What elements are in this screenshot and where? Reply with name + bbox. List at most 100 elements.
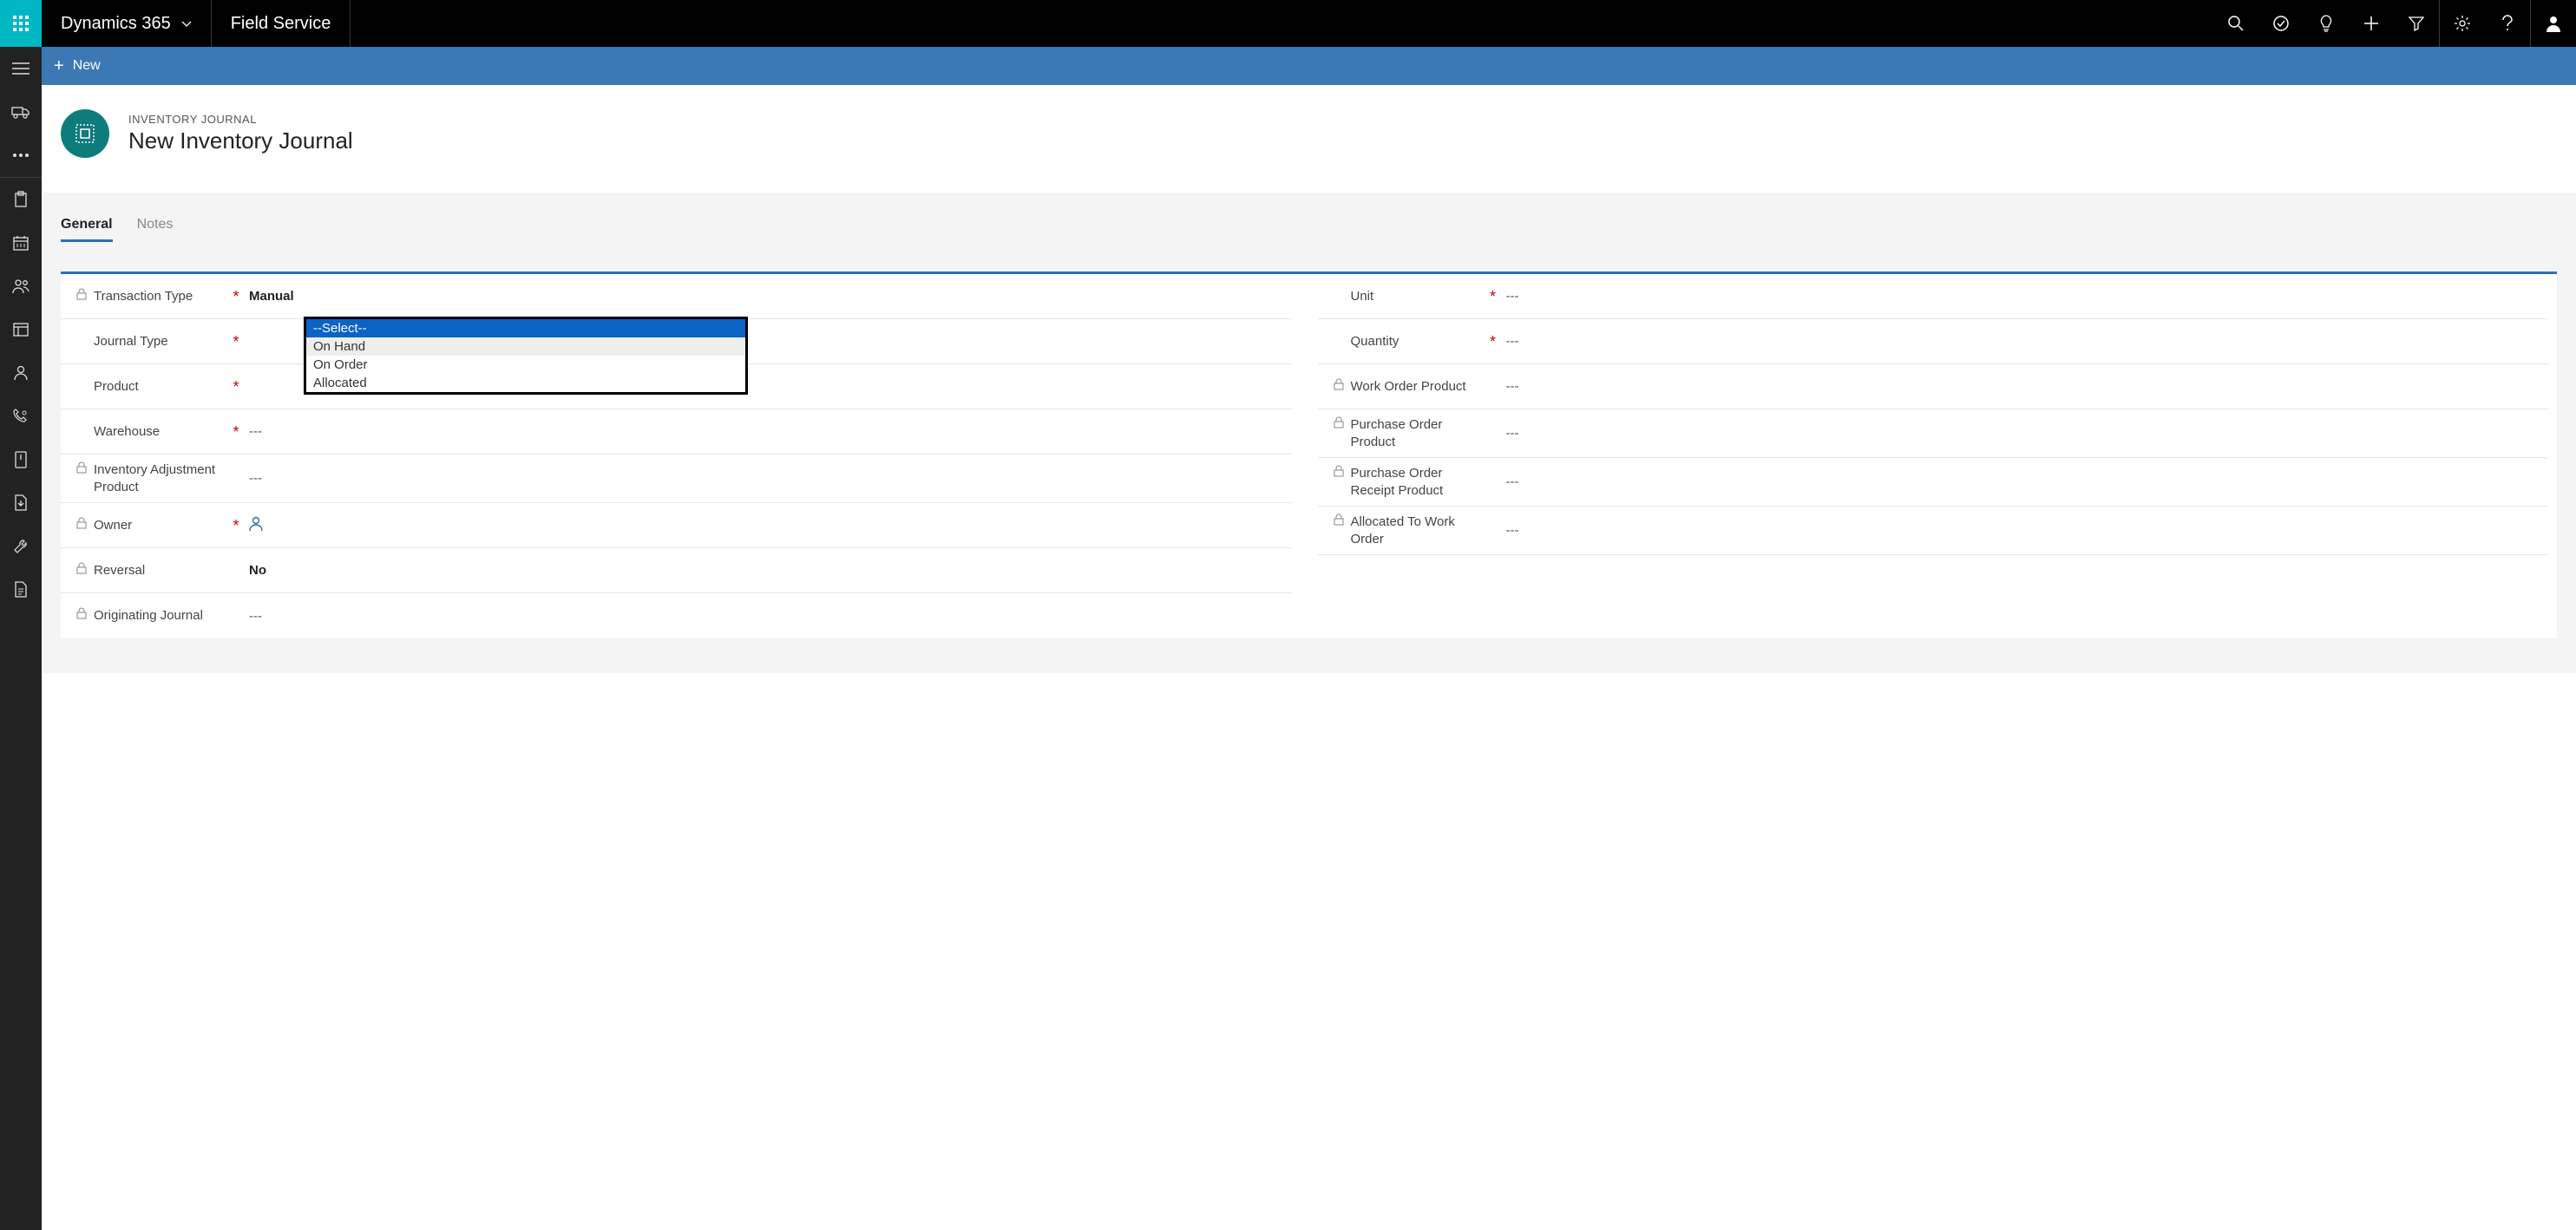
field-label: Transaction Type (94, 288, 228, 305)
nav-phone-button[interactable] (0, 395, 42, 438)
tab-general[interactable]: General (61, 217, 113, 242)
clipboard-icon (14, 191, 28, 208)
field-label: Inventory Adjustment Product (94, 461, 228, 495)
form-card: Transaction Type * Manual Journal Type *… (61, 272, 2557, 638)
owner-person-icon (249, 520, 263, 535)
search-icon (2227, 15, 2245, 32)
command-bar: + New (42, 47, 2576, 85)
field-value: --- (1501, 334, 2540, 349)
funnel-icon (2409, 16, 2424, 31)
document-icon (14, 581, 28, 599)
journal-entity-icon (74, 122, 96, 145)
tab-notes[interactable]: Notes (137, 217, 174, 242)
field-originating-journal[interactable]: Originating Journal --- (61, 593, 1292, 638)
required-indicator: * (1485, 289, 1501, 304)
field-label: Unit (1351, 288, 1485, 305)
ellipsis-icon (13, 154, 29, 157)
field-inventory-adjustment-product[interactable]: Inventory Adjustment Product --- (61, 455, 1292, 503)
field-value: No (244, 563, 1283, 578)
lock-icon (76, 461, 88, 479)
required-indicator: * (1485, 334, 1501, 350)
nav-hamburger-button[interactable] (0, 47, 42, 90)
dropdown-option-allocated[interactable]: Allocated (306, 374, 745, 392)
nav-device-button[interactable] (0, 438, 42, 481)
window-icon (13, 323, 29, 337)
plus-icon (2363, 16, 2379, 31)
nav-person-button[interactable] (0, 351, 42, 395)
app-launcher-button[interactable] (0, 0, 42, 47)
advanced-find-button[interactable] (2394, 0, 2439, 47)
nav-calendar-button[interactable] (0, 221, 42, 265)
help-button[interactable] (2485, 0, 2530, 47)
brand-switcher[interactable]: Dynamics 365 (42, 0, 212, 47)
ideas-button[interactable] (2304, 0, 2349, 47)
required-indicator: * (228, 289, 244, 304)
required-indicator: * (228, 379, 244, 395)
field-label: Product (94, 378, 228, 396)
dropdown-option-select[interactable]: --Select-- (306, 319, 745, 337)
lock-icon (1334, 416, 1346, 434)
field-unit[interactable]: Unit * --- (1318, 274, 2549, 319)
field-journal-type[interactable]: Journal Type * --Select-- On Hand On Ord… (61, 319, 1292, 364)
nav-clipboard-button[interactable] (0, 178, 42, 221)
field-work-order-product[interactable]: Work Order Product --- (1318, 364, 2549, 409)
nav-window-button[interactable] (0, 308, 42, 351)
settings-button[interactable] (2440, 0, 2485, 47)
required-indicator: * (228, 334, 244, 350)
form-column-right: Unit * --- Quantity * --- Wo (1318, 274, 2549, 638)
wrench-icon (13, 539, 29, 554)
field-label: Purchase Order Receipt Product (1351, 465, 1485, 499)
field-value: --- (1501, 523, 2540, 538)
nav-document-button[interactable] (0, 568, 42, 612)
lock-icon (76, 562, 88, 579)
quick-create-button[interactable] (2349, 0, 2394, 47)
plus-icon: + (54, 56, 64, 76)
field-label: Originating Journal (94, 607, 228, 625)
entity-eyebrow: INVENTORY JOURNAL (128, 113, 353, 126)
gear-icon (2454, 15, 2471, 32)
lock-icon (1334, 465, 1346, 482)
search-button[interactable] (2213, 0, 2258, 47)
field-value (244, 516, 1283, 535)
record-header: INVENTORY JOURNAL New Inventory Journal (42, 85, 2576, 193)
field-label: Reversal (94, 562, 228, 579)
nav-people-button[interactable] (0, 265, 42, 308)
nav-more-button[interactable] (0, 134, 42, 177)
target-check-icon (2272, 15, 2290, 32)
field-value: Manual (244, 289, 1283, 304)
page-title: New Inventory Journal (128, 128, 353, 154)
field-value: --- (1501, 289, 2540, 304)
form-tabs: General Notes (42, 217, 2576, 242)
lock-icon (76, 288, 88, 305)
dropdown-option-on-order[interactable]: On Order (306, 356, 745, 374)
dropdown-option-on-hand[interactable]: On Hand (306, 337, 745, 356)
nav-truck-button[interactable] (0, 90, 42, 134)
account-button[interactable] (2531, 0, 2576, 47)
top-icon-group (2213, 0, 2576, 47)
field-owner[interactable]: Owner * (61, 503, 1292, 548)
nav-download-button[interactable] (0, 481, 42, 525)
lightbulb-icon (2318, 15, 2334, 32)
phone-gear-icon (13, 409, 29, 424)
field-label: Allocated To Work Order (1351, 514, 1485, 547)
field-purchase-order-product[interactable]: Purchase Order Product --- (1318, 409, 2549, 458)
field-transaction-type[interactable]: Transaction Type * Manual (61, 274, 1292, 319)
people-icon (12, 278, 29, 294)
field-value: --- (244, 609, 1283, 624)
field-value: --- (244, 424, 1283, 439)
journal-type-dropdown[interactable]: --Select-- On Hand On Order Allocated (304, 317, 748, 395)
new-button-label: New (73, 58, 101, 74)
field-reversal[interactable]: Reversal No (61, 548, 1292, 593)
lock-icon (76, 607, 88, 625)
main-content: INVENTORY JOURNAL New Inventory Journal … (42, 85, 2576, 1230)
field-purchase-order-receipt-product[interactable]: Purchase Order Receipt Product --- (1318, 458, 2549, 507)
field-warehouse[interactable]: Warehouse * --- (61, 409, 1292, 455)
nav-wrench-button[interactable] (0, 525, 42, 568)
waffle-icon (13, 16, 29, 31)
field-value: --- (244, 471, 1283, 486)
field-quantity[interactable]: Quantity * --- (1318, 319, 2549, 364)
field-label: Journal Type (94, 333, 228, 350)
field-allocated-to-work-order[interactable]: Allocated To Work Order --- (1318, 507, 2549, 555)
task-flow-button[interactable] (2258, 0, 2304, 47)
new-button[interactable]: + New (54, 56, 101, 76)
